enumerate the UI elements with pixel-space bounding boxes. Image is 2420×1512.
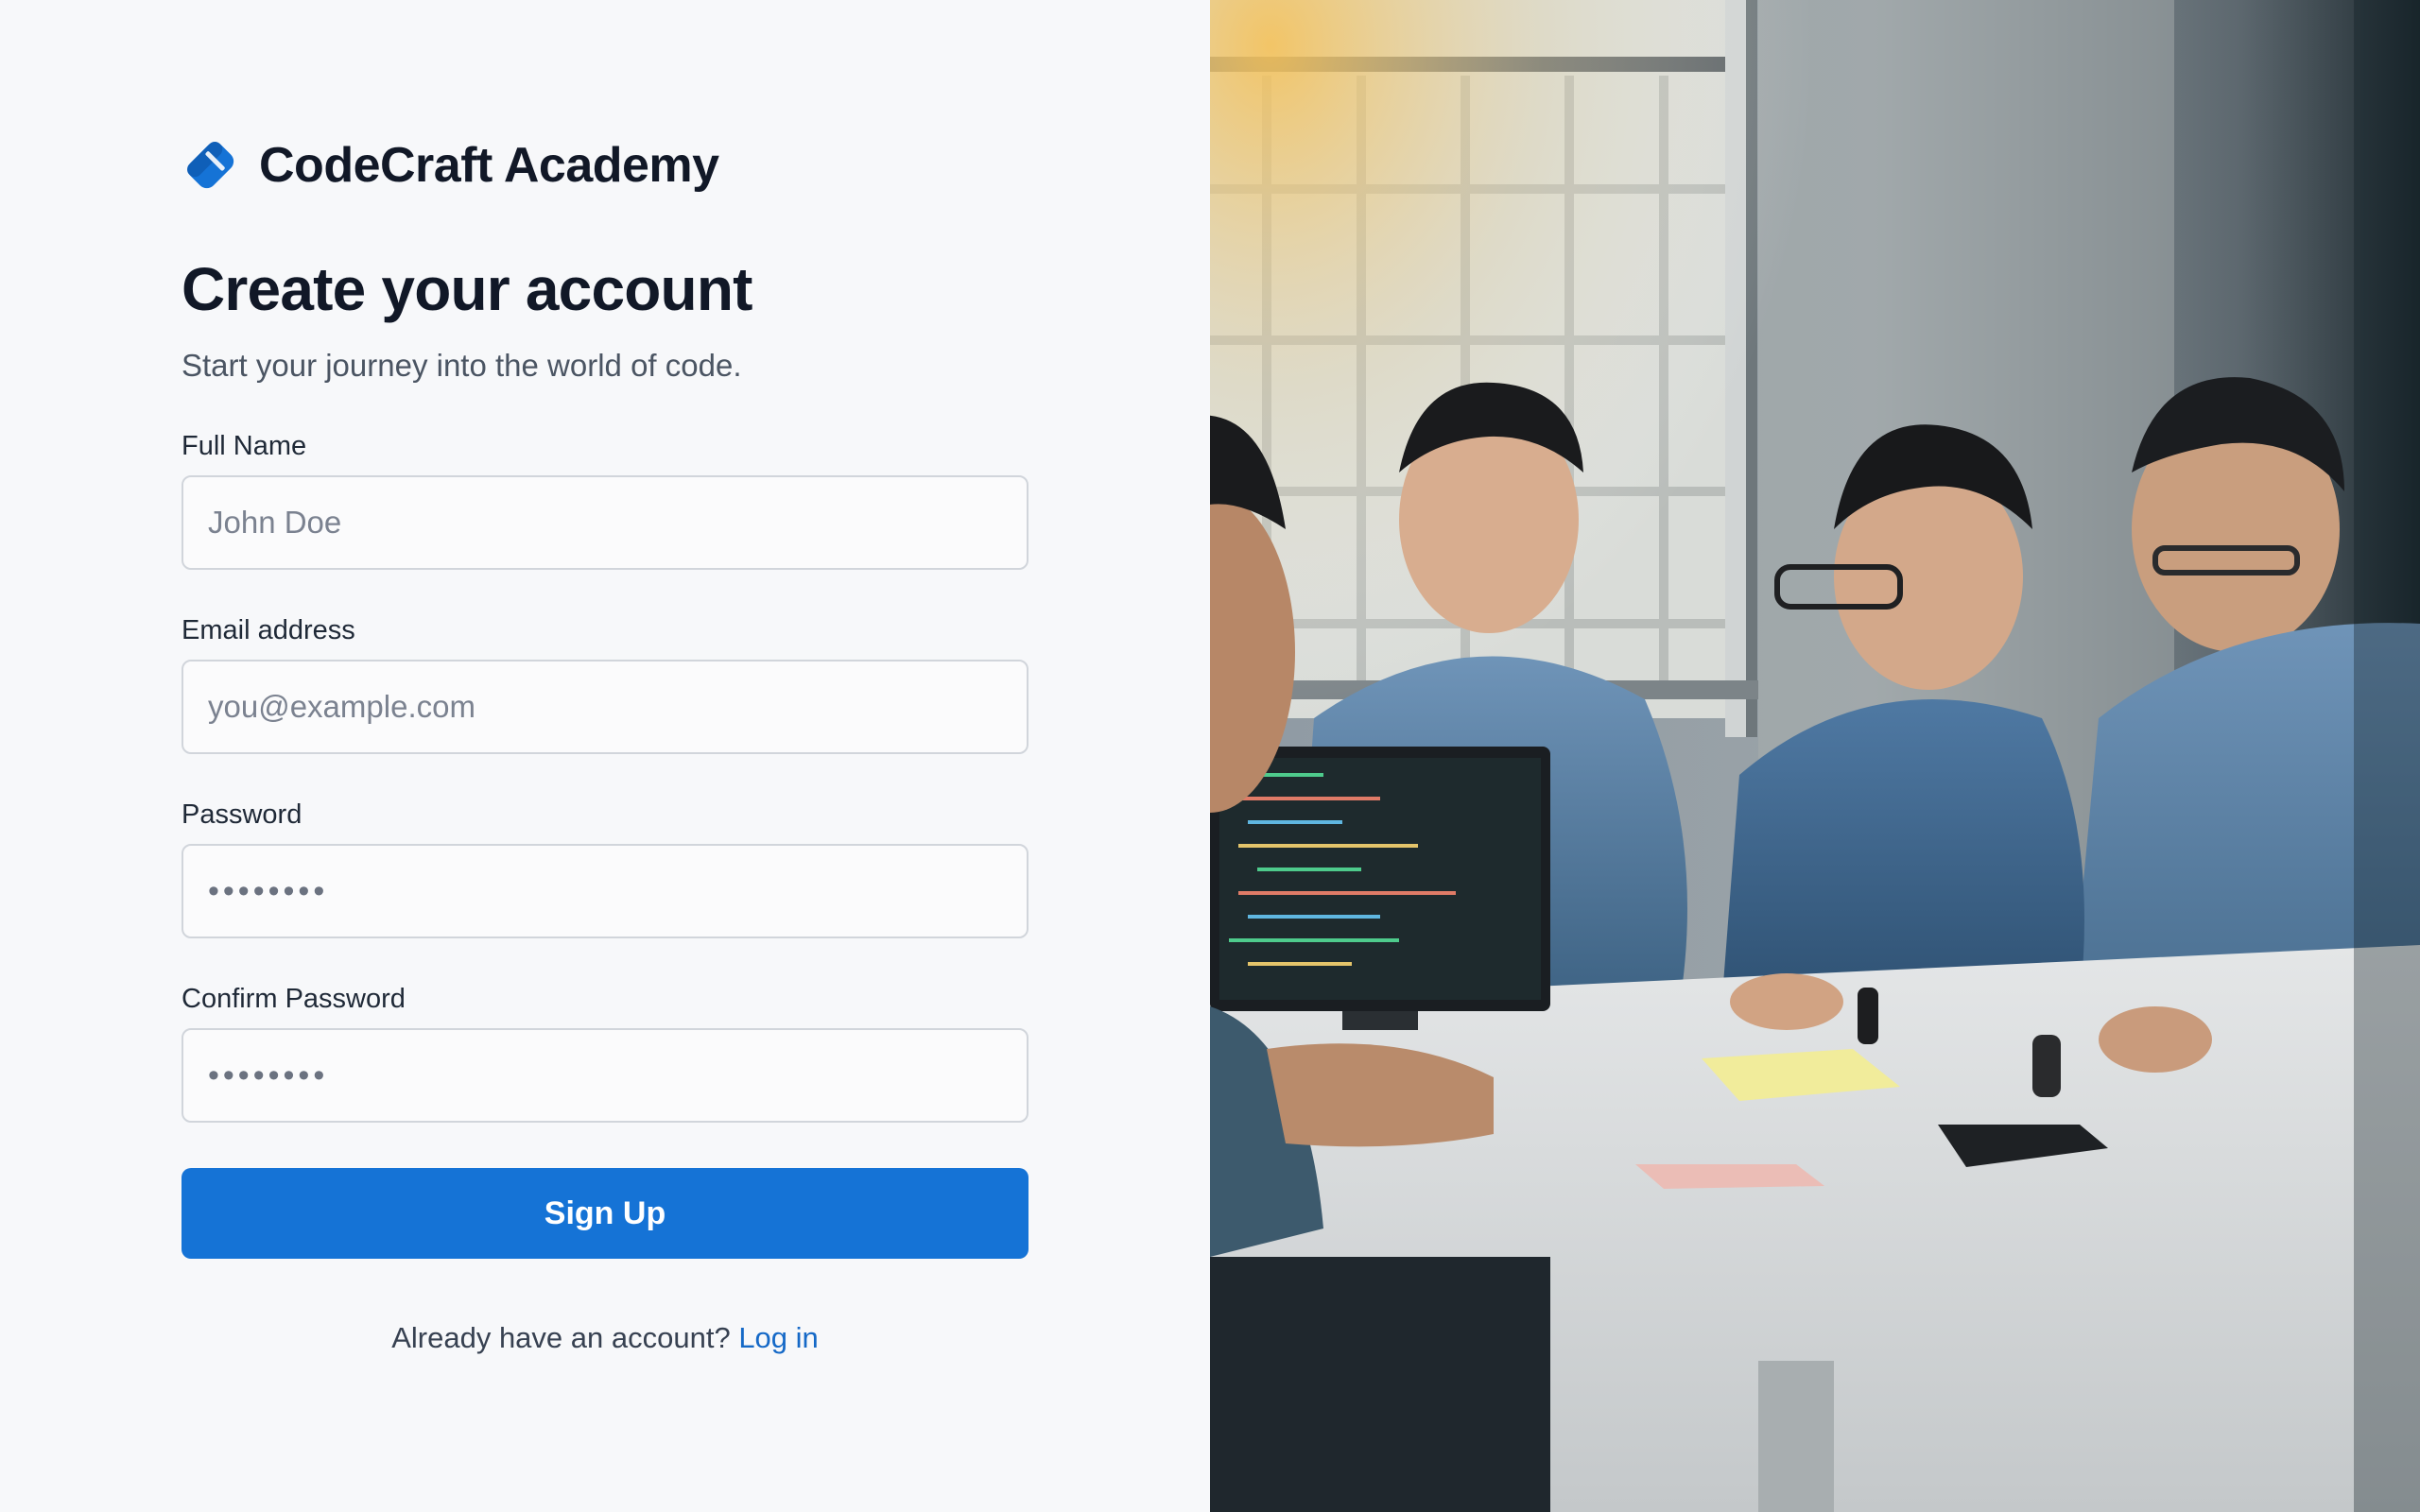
confirm-password-label: Confirm Password	[182, 984, 406, 1015]
hero-image-panel	[1210, 0, 2420, 1512]
confirm-password-field: Confirm Password	[182, 984, 1028, 1124]
brand-name: CodeCraft Academy	[259, 138, 719, 193]
email-label: Email address	[182, 615, 355, 646]
team-coding-photo	[1210, 0, 2420, 1512]
full-name-label: Full Name	[182, 431, 307, 462]
password-field: Password	[182, 799, 1028, 939]
login-prompt-text: Already have an account?	[391, 1321, 731, 1355]
page-title: Create your account	[182, 255, 752, 323]
full-name-field: Full Name	[182, 431, 1028, 571]
full-name-input[interactable]	[182, 475, 1028, 571]
password-label: Password	[182, 799, 302, 831]
signup-panel: CodeCraft Academy Create your account St…	[0, 0, 1210, 1512]
brand-header: CodeCraft Academy	[182, 132, 1028, 198]
page-subtitle: Start your journey into the world of cod…	[182, 347, 742, 383]
confirm-password-input[interactable]	[182, 1028, 1028, 1124]
login-link[interactable]: Log in	[738, 1321, 818, 1354]
signup-content: CodeCraft Academy Create your account St…	[182, 132, 1028, 1355]
password-input[interactable]	[182, 844, 1028, 939]
sign-up-button[interactable]: Sign Up	[182, 1168, 1028, 1260]
signup-form: Full Name Email address Password Confirm…	[182, 431, 1028, 1260]
bookmark-tag-icon	[187, 142, 234, 189]
email-input[interactable]	[182, 660, 1028, 755]
email-field: Email address	[182, 615, 1028, 755]
login-prompt: Already have an account? Log in	[182, 1321, 1028, 1355]
